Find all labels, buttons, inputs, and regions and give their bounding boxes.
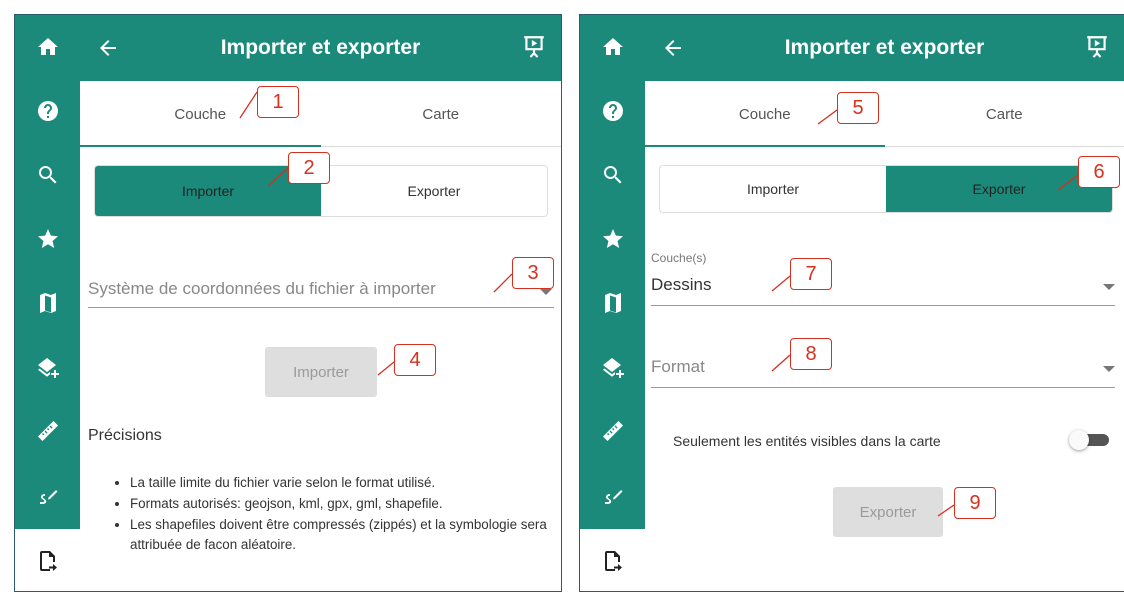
chevron-down-icon[interactable] xyxy=(1103,366,1115,372)
favorites-button[interactable] xyxy=(15,207,80,271)
presentation-icon xyxy=(524,36,544,58)
tab-bar: Couche Carte xyxy=(645,81,1124,147)
side-rail xyxy=(580,15,645,591)
home-button[interactable] xyxy=(580,15,645,79)
ruler-icon xyxy=(37,421,58,441)
draw-button[interactable] xyxy=(15,463,80,527)
chevron-down-icon[interactable] xyxy=(540,289,552,295)
favorites-button[interactable] xyxy=(580,207,645,271)
callout-7: 7 xyxy=(790,258,832,290)
map-icon xyxy=(39,293,56,313)
active-tab-indicator xyxy=(645,145,885,147)
search-button[interactable] xyxy=(580,143,645,207)
import-export-button[interactable] xyxy=(15,529,80,591)
presentation-button[interactable] xyxy=(1084,34,1110,60)
active-tab-indicator xyxy=(80,145,321,147)
visible-only-toggle[interactable] xyxy=(1069,430,1111,450)
toggle-knob xyxy=(1069,430,1089,450)
callout-9: 9 xyxy=(954,487,996,519)
chevron-down-icon[interactable] xyxy=(1103,284,1115,290)
help-button[interactable] xyxy=(15,79,80,143)
search-icon xyxy=(603,166,621,184)
measure-button[interactable] xyxy=(15,399,80,463)
search-icon xyxy=(38,166,56,184)
file-export-icon xyxy=(39,551,57,571)
back-arrow-icon xyxy=(100,40,116,56)
back-arrow-icon xyxy=(665,40,681,56)
add-layer-button[interactable] xyxy=(580,335,645,399)
add-layer-icon xyxy=(37,358,59,378)
layers-field-label: Couche(s) xyxy=(651,251,707,265)
export-button[interactable]: Exporter xyxy=(833,487,943,537)
header-bar: Importer et exporter xyxy=(80,15,561,81)
format-field-underline xyxy=(651,387,1115,388)
tab-carte[interactable]: Carte xyxy=(885,81,1124,147)
add-layer-button[interactable] xyxy=(15,335,80,399)
home-button[interactable] xyxy=(15,15,80,79)
import-export-toggle: Importer Exporter xyxy=(659,165,1113,213)
segment-exporter[interactable]: Exporter xyxy=(321,166,547,216)
visible-only-label: Seulement les entités visibles dans la c… xyxy=(673,433,941,449)
header-bar: Importer et exporter xyxy=(645,15,1124,81)
tab-carte[interactable]: Carte xyxy=(321,81,562,147)
list-item: Les shapefiles doivent être compressés (… xyxy=(130,515,550,557)
layers-field-underline xyxy=(651,305,1115,306)
callout-4: 4 xyxy=(394,344,436,376)
add-layer-icon xyxy=(602,358,624,378)
help-icon xyxy=(37,101,58,121)
format-select-placeholder[interactable]: Format xyxy=(651,357,705,377)
draw-icon xyxy=(39,490,57,504)
layers-select-value[interactable]: Dessins xyxy=(651,275,711,295)
callout-8: 8 xyxy=(790,338,832,370)
content-area: Importer et exporter Couche Carte Import… xyxy=(645,15,1124,591)
help-icon xyxy=(602,101,623,121)
callout-2: 2 xyxy=(288,152,330,184)
coordinate-system-placeholder[interactable]: Système de coordonnées du fichier à impo… xyxy=(88,279,436,299)
back-button[interactable] xyxy=(661,36,685,60)
callout-6: 6 xyxy=(1078,156,1120,188)
import-button[interactable]: Importer xyxy=(265,347,377,397)
draw-icon xyxy=(604,490,622,504)
coordinate-system-field-underline xyxy=(88,307,554,308)
side-rail xyxy=(15,15,80,591)
precisions-title: Précisions xyxy=(88,427,162,444)
callout-3: 3 xyxy=(512,257,554,289)
home-icon xyxy=(602,38,623,55)
content-area: Importer et exporter Couche Carte Import… xyxy=(80,15,561,591)
presentation-icon xyxy=(1087,36,1107,58)
star-icon xyxy=(602,229,623,248)
segment-importer[interactable]: Importer xyxy=(660,166,886,212)
list-item: Formats autorisés: geojson, kml, gpx, gm… xyxy=(130,494,550,515)
callout-5: 5 xyxy=(837,92,879,124)
list-item: La taille limite du fichier varie selon … xyxy=(130,473,550,494)
presentation-button[interactable] xyxy=(521,34,547,60)
map-button[interactable] xyxy=(15,271,80,335)
search-button[interactable] xyxy=(15,143,80,207)
page-title: Importer et exporter xyxy=(220,36,421,59)
precisions-list: La taille limite du fichier varie selon … xyxy=(110,473,550,556)
callout-1: 1 xyxy=(257,86,299,118)
star-icon xyxy=(37,229,58,248)
home-icon xyxy=(37,38,58,55)
import-export-button[interactable] xyxy=(580,529,645,591)
page-title: Importer et exporter xyxy=(784,36,985,59)
file-export-icon xyxy=(604,551,622,571)
back-button[interactable] xyxy=(96,36,120,60)
tab-bar: Couche Carte xyxy=(80,81,561,147)
help-button[interactable] xyxy=(580,79,645,143)
map-icon xyxy=(604,293,621,313)
draw-button[interactable] xyxy=(580,463,645,527)
ruler-icon xyxy=(602,421,623,441)
map-button[interactable] xyxy=(580,271,645,335)
measure-button[interactable] xyxy=(580,399,645,463)
